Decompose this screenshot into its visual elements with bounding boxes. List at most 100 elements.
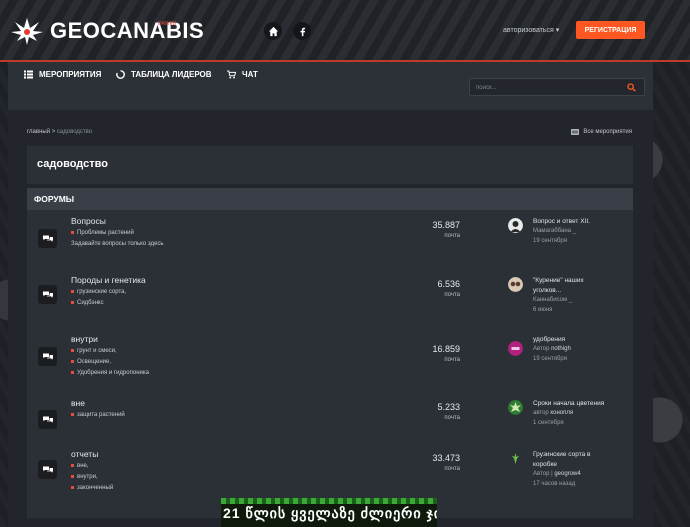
avatar[interactable] — [508, 218, 523, 233]
forum-title[interactable]: вне — [71, 398, 85, 408]
subforum-link[interactable]: Сидбэнкс — [71, 300, 104, 306]
last-post-meta: автор конопля — [533, 410, 573, 416]
avatar[interactable] — [508, 277, 523, 292]
post-count: 33.473 — [432, 453, 460, 463]
forum-chat-icon-button[interactable] — [38, 229, 57, 248]
cart-icon — [227, 70, 236, 79]
home-button[interactable] — [264, 22, 282, 40]
subforum-dot-icon — [71, 463, 74, 467]
calendar-list-icon — [571, 129, 580, 135]
subforum-dot-icon — [71, 348, 74, 352]
subforum-link[interactable]: грузинские сорта, — [71, 289, 126, 295]
nav-item-chat[interactable]: ЧАТ — [227, 70, 258, 79]
post-count: 5.233 — [437, 402, 460, 412]
subforum-link[interactable]: вне, — [71, 463, 89, 469]
cannabis-leaf-icon — [10, 16, 44, 46]
page-title: садоводство — [37, 158, 108, 170]
subforum-link[interactable]: грунт и смеси, — [71, 348, 117, 354]
subforum-link[interactable]: законченный — [71, 485, 113, 491]
subforum-dot-icon — [71, 370, 74, 374]
forum-chat-icon-button[interactable] — [38, 347, 57, 366]
forum-title[interactable]: отчеты — [71, 449, 98, 459]
subforum-link[interactable]: Удобрения и гидропоника — [71, 370, 149, 376]
subforum-label: грунт и смеси, — [77, 348, 117, 354]
avatar[interactable] — [508, 451, 523, 466]
subforum-label: Удобрения и гидропоника — [77, 370, 149, 376]
register-button[interactable]: РЕГИСТРАЦИЯ — [576, 21, 645, 39]
subforum-link[interactable]: Проблемы растений — [71, 230, 134, 236]
last-post-meta: Мамагаббана _ — [533, 228, 576, 234]
last-post-title[interactable]: "Курение" наших — [533, 277, 584, 284]
nav-item-leaderboard[interactable]: ТАБЛИЦА ЛИДЕРОВ — [116, 70, 212, 79]
post-count: 6.536 — [437, 279, 460, 289]
subforum-label: грузинские сорта, — [77, 289, 127, 295]
subforum-link[interactable]: защита растений — [71, 412, 125, 418]
last-post-meta: Автор nothigh — [533, 346, 571, 352]
nav-label: ТАБЛИЦА ЛИДЕРОВ — [131, 70, 212, 79]
last-post-title[interactable]: Грузинские сорта в — [533, 451, 590, 458]
avatar[interactable] — [508, 341, 523, 356]
last-post-title[interactable]: удобрения — [533, 336, 565, 343]
subforum-link[interactable]: Задавайте вопросы только здесь — [71, 241, 163, 247]
breadcrumb-home[interactable]: главный — [27, 129, 50, 135]
last-post-meta-suffix: _ — [572, 228, 576, 234]
forum-chat-icon-button[interactable] — [38, 285, 57, 304]
all-events-link[interactable]: Все мероприятия — [571, 129, 632, 135]
chat-bubbles-icon — [42, 416, 53, 423]
chat-bubbles-icon — [42, 235, 53, 242]
home-icon — [268, 26, 278, 36]
chat-bubbles-icon — [42, 353, 53, 360]
post-count-label: почта — [444, 357, 460, 363]
subforum-label: защита растений — [77, 412, 125, 418]
subforum-label: законченный — [77, 485, 114, 491]
chat-bubbles-icon — [42, 291, 53, 298]
subforum-link[interactable]: внутри, — [71, 474, 98, 480]
avatar[interactable] — [508, 400, 523, 415]
last-post-meta-text: Автор — [533, 346, 552, 352]
last-post-meta: 19 сентября — [533, 356, 567, 362]
last-post-title[interactable]: коробке — [533, 461, 557, 468]
last-post-meta-text: 19 сентября — [533, 238, 567, 244]
breadcrumb-current: садоводство — [56, 129, 93, 135]
nav-label: МЕРОПРИЯТИЯ — [39, 70, 102, 79]
last-post-title[interactable]: Сроки начала цветения — [533, 400, 604, 407]
main-content: главный > садоводство Все мероприятия са… — [8, 110, 653, 527]
last-post-meta-suffix: _ — [568, 297, 573, 303]
last-post-meta-text: Автор | — [533, 471, 555, 477]
forum-chat-icon-button[interactable] — [38, 460, 57, 479]
forums-block: ФОРУМЫ Вопросы Проблемы растений Задавайте… — [27, 188, 633, 518]
last-post-meta: 19 сентября — [533, 238, 567, 244]
forum-chat-icon-button[interactable] — [38, 410, 57, 429]
ad-banner[interactable]: 21 წლის ყველაზე ძლიერი ჯიში — [221, 498, 437, 527]
chat-bubbles-icon — [42, 466, 53, 473]
last-post-title[interactable]: уголков... — [533, 287, 561, 294]
facebook-button[interactable] — [293, 22, 311, 40]
forum-title[interactable]: Породы и генетика — [71, 275, 146, 285]
subforum-dot-icon — [71, 485, 74, 489]
last-post-meta-text: автор — [533, 410, 551, 416]
forum-title[interactable]: Вопросы — [71, 216, 106, 226]
list-icon — [24, 70, 33, 79]
last-post-author[interactable]: geogrow4 — [554, 471, 580, 477]
last-post-author[interactable]: nothigh — [551, 346, 571, 352]
nav-item-events[interactable]: МЕРОПРИЯТИЯ — [24, 70, 101, 79]
search-input[interactable] — [476, 83, 616, 93]
subforum-label: Задавайте вопросы только здесь — [71, 241, 164, 247]
site-header: GEOCANABIS DAWEB авторизоваться ▾ РЕГИСТ… — [0, 0, 690, 60]
login-link[interactable]: авторизоваться ▾ — [503, 26, 559, 34]
last-post-meta: 1 сентября — [533, 420, 564, 426]
breadcrumb-separator: > — [51, 129, 56, 135]
subforum-dot-icon — [71, 359, 74, 363]
post-count-label: почта — [444, 292, 460, 298]
subforum-dot-icon — [71, 474, 74, 478]
last-post-title[interactable]: Вопрос и ответ XII. — [533, 218, 590, 225]
subforum-link[interactable]: Освещение, — [71, 359, 111, 365]
search-icon[interactable] — [627, 83, 636, 92]
subforum-label: внутри, — [77, 474, 98, 480]
all-events-label: Все мероприятия — [583, 129, 632, 135]
forum-title[interactable]: внутри — [71, 334, 98, 344]
last-post-meta-text: 17 часов назад — [533, 481, 576, 487]
last-post-author[interactable]: конопля — [550, 410, 573, 416]
search-box — [469, 78, 645, 96]
post-count: 35.887 — [432, 220, 460, 230]
